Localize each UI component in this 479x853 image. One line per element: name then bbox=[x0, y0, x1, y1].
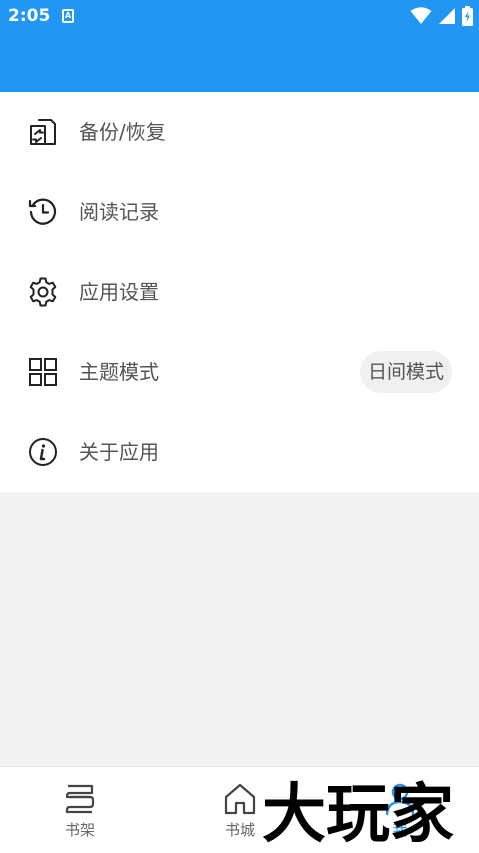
status-time: 2:05 bbox=[8, 6, 51, 26]
menu-item-label: 阅读记录 bbox=[79, 200, 159, 224]
menu-item-theme-mode[interactable]: 主题模式 日间模式 bbox=[0, 332, 479, 412]
backup-restore-icon bbox=[30, 119, 56, 145]
menu-item-label: 备份/恢复 bbox=[79, 120, 166, 144]
cellular-signal-icon bbox=[439, 8, 455, 24]
bookshelf-icon bbox=[65, 784, 95, 814]
grid-icon bbox=[29, 358, 57, 386]
menu-item-label: 关于应用 bbox=[79, 440, 159, 464]
history-icon bbox=[28, 198, 57, 225]
status-bar: 2:05 A bbox=[0, 0, 479, 92]
menu-item-label: 主题模式 bbox=[79, 360, 159, 384]
menu-item-about[interactable]: 关于应用 bbox=[0, 412, 479, 492]
wifi-icon bbox=[410, 7, 432, 24]
settings-menu: 备份/恢复 阅读记录 应用设置 主题模式 日间模式 关于应用 bbox=[0, 92, 479, 492]
menu-item-reading-history[interactable]: 阅读记录 bbox=[0, 172, 479, 252]
menu-item-app-settings[interactable]: 应用设置 bbox=[0, 252, 479, 332]
gear-icon bbox=[29, 277, 57, 307]
menu-item-label: 应用设置 bbox=[79, 280, 159, 304]
info-icon bbox=[29, 438, 57, 466]
theme-mode-toggle[interactable]: 日间模式 bbox=[359, 351, 452, 393]
watermark-logo: 大玩家 bbox=[262, 778, 454, 850]
tab-label: 书架 bbox=[64, 821, 95, 839]
battery-charging-icon bbox=[462, 6, 473, 26]
tab-bookshelf[interactable]: 书架 bbox=[0, 767, 160, 853]
svg-text:大玩家: 大玩家 bbox=[262, 778, 454, 850]
app-notification-icon: A bbox=[62, 9, 74, 23]
status-icons bbox=[410, 6, 473, 26]
menu-item-backup[interactable]: 备份/恢复 bbox=[0, 92, 479, 172]
